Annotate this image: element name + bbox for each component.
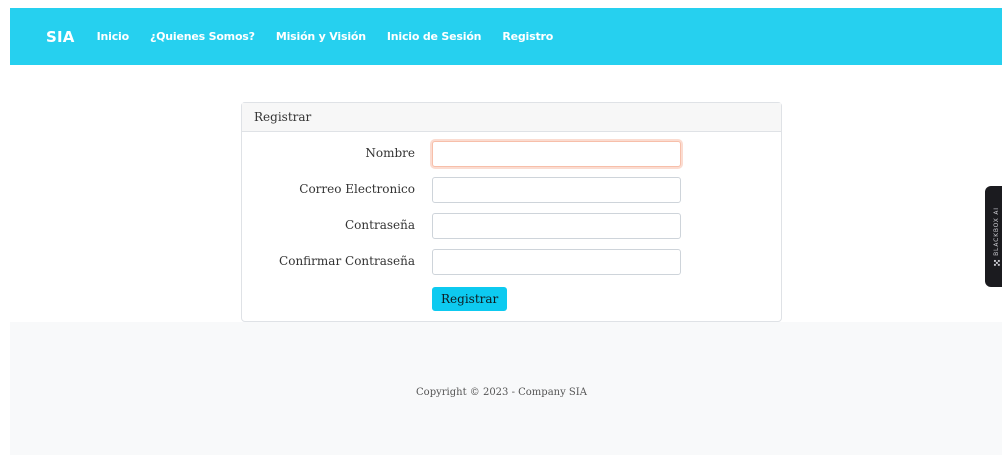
nombre-input[interactable] bbox=[432, 141, 681, 167]
nav-link-mision-vision[interactable]: Misión y Visión bbox=[276, 30, 366, 43]
blackbox-logo-icon bbox=[993, 259, 1000, 266]
form-row-contrasena: Contraseña bbox=[242, 213, 781, 239]
card-header: Registrar bbox=[242, 103, 781, 132]
contrasena-label: Contraseña bbox=[345, 218, 415, 232]
correo-input[interactable] bbox=[432, 177, 681, 203]
nav-link-inicio-sesion[interactable]: Inicio de Sesión bbox=[387, 30, 482, 43]
confirmar-input[interactable] bbox=[432, 249, 681, 275]
blackbox-side-tab[interactable]: BLACKBOX AI bbox=[985, 186, 1002, 287]
nav-link-inicio[interactable]: Inicio bbox=[97, 30, 130, 43]
brand-link[interactable]: SIA bbox=[46, 28, 75, 46]
nav-link-quienes-somos[interactable]: ¿Quienes Somos? bbox=[150, 30, 255, 43]
form-row-nombre: Nombre bbox=[242, 141, 781, 167]
correo-label: Correo Electronico bbox=[299, 182, 415, 196]
contrasena-input[interactable] bbox=[432, 213, 681, 239]
form-row-correo: Correo Electronico bbox=[242, 177, 781, 203]
form-row-confirmar: Confirmar Contraseña bbox=[242, 249, 781, 275]
side-tab-label: BLACKBOX AI bbox=[992, 207, 1000, 256]
nombre-label: Nombre bbox=[365, 146, 415, 160]
copyright-text: Copyright © 2023 - Company SIA bbox=[416, 387, 587, 398]
footer: Copyright © 2023 - Company SIA bbox=[10, 322, 1002, 455]
register-card: Registrar Nombre Correo Electronico Cont… bbox=[241, 102, 782, 322]
top-navbar: SIA Inicio ¿Quienes Somos? Misión y Visi… bbox=[10, 8, 1002, 65]
side-tab-content: BLACKBOX AI bbox=[993, 207, 1000, 266]
nav-link-registro[interactable]: Registro bbox=[502, 30, 553, 43]
registrar-button[interactable]: Registrar bbox=[432, 287, 508, 311]
confirmar-label: Confirmar Contraseña bbox=[279, 254, 415, 268]
